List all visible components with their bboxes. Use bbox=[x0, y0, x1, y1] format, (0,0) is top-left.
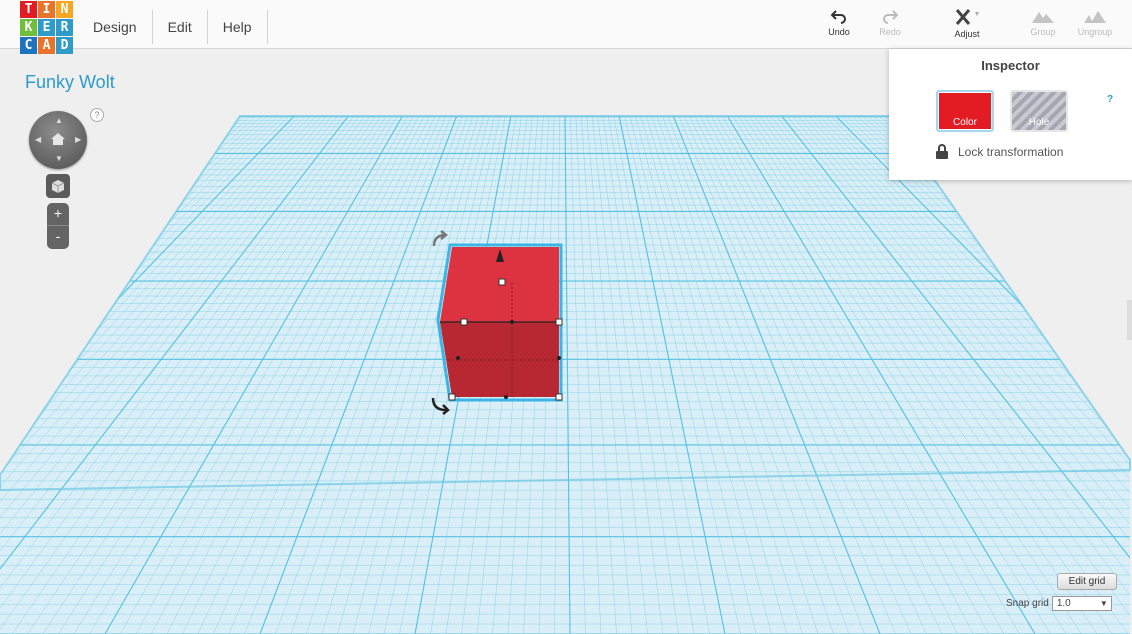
undo-button[interactable]: Undo bbox=[816, 8, 862, 37]
view-cube-button[interactable] bbox=[46, 174, 70, 198]
inspector-title: Inspector bbox=[981, 58, 1040, 73]
redo-button[interactable]: Redo bbox=[867, 8, 913, 37]
redo-label: Redo bbox=[879, 27, 901, 37]
logo-letter: C bbox=[20, 37, 37, 54]
color-swatch-button[interactable]: Color bbox=[936, 90, 994, 132]
ungroup-button[interactable]: Ungroup bbox=[1072, 8, 1118, 37]
ungroup-icon bbox=[1084, 11, 1106, 23]
main-menu: Design Edit Help bbox=[78, 10, 268, 44]
orbit-right-icon[interactable]: ▶ bbox=[75, 136, 81, 144]
menu-help[interactable]: Help bbox=[208, 10, 268, 44]
inspector-panel: Inspector Color Hole ? Lock transformati… bbox=[889, 49, 1132, 180]
corner-handle[interactable] bbox=[555, 318, 563, 326]
menu-design[interactable]: Design bbox=[78, 10, 153, 44]
design-title[interactable]: Funky Wolt bbox=[25, 72, 115, 93]
workplane-grid-fill bbox=[0, 116, 1130, 634]
group-button[interactable]: Group bbox=[1020, 8, 1066, 37]
top-resize-handle[interactable] bbox=[498, 278, 506, 286]
group-icon bbox=[1032, 12, 1054, 23]
chevron-down-icon: ▼ bbox=[1099, 599, 1108, 608]
top-bar: Design Edit Help Undo Redo Adjust Group … bbox=[0, 0, 1132, 49]
snap-grid-select[interactable]: 1.0 ▼ bbox=[1051, 596, 1112, 611]
zoom-control: + - bbox=[47, 203, 69, 249]
hole-swatch-button[interactable]: Hole bbox=[1010, 90, 1068, 132]
corner-handle[interactable] bbox=[555, 393, 563, 401]
orbit-control[interactable]: ▲ ▼ ◀ ▶ bbox=[29, 111, 87, 169]
inspector-help-icon[interactable]: ? bbox=[1107, 94, 1113, 105]
zoom-out-button[interactable]: - bbox=[47, 226, 69, 249]
corner-handle[interactable] bbox=[448, 393, 456, 401]
logo-letter: D bbox=[56, 37, 73, 54]
logo-letter: N bbox=[56, 1, 73, 18]
group-label: Group bbox=[1030, 27, 1056, 37]
orbit-down-icon[interactable]: ▼ bbox=[55, 155, 63, 163]
edge-handle[interactable] bbox=[504, 395, 508, 399]
orbit-left-icon[interactable]: ◀ bbox=[35, 136, 41, 144]
adjust-icon bbox=[955, 9, 979, 25]
edit-grid-button[interactable]: Edit grid bbox=[1057, 573, 1117, 590]
edge-handle[interactable] bbox=[557, 356, 561, 360]
logo-letter: I bbox=[38, 1, 55, 18]
logo-letter: A bbox=[38, 37, 55, 54]
logo-letter: E bbox=[38, 19, 55, 36]
redo-icon bbox=[883, 10, 898, 24]
lock-icon bbox=[936, 144, 948, 159]
edge-handle[interactable] bbox=[456, 356, 460, 360]
tinkercad-logo[interactable]: TIN KER CAD bbox=[20, 1, 74, 55]
side-panel-toggle[interactable] bbox=[1127, 300, 1132, 340]
snap-grid-control: Snap grid 1.0 ▼ bbox=[1006, 596, 1112, 611]
ungroup-label: Ungroup bbox=[1077, 27, 1113, 37]
adjust-label: Adjust bbox=[954, 29, 980, 39]
lock-transformation-label: Lock transformation bbox=[958, 144, 1064, 159]
orbit-up-icon[interactable]: ▲ bbox=[55, 117, 63, 125]
undo-label: Undo bbox=[828, 27, 850, 37]
logo-letter: T bbox=[20, 1, 37, 18]
red-cube-shape[interactable] bbox=[436, 243, 563, 402]
logo-letter: K bbox=[20, 19, 37, 36]
snap-grid-value: 1.0 bbox=[1056, 598, 1071, 609]
lock-transformation-toggle[interactable]: Lock transformation bbox=[936, 144, 1063, 159]
home-icon[interactable] bbox=[50, 132, 66, 146]
edge-handle[interactable] bbox=[510, 320, 514, 324]
nav-help-icon[interactable]: ? bbox=[90, 108, 104, 122]
logo-letter: R bbox=[56, 19, 73, 36]
adjust-button[interactable]: Adjust bbox=[944, 8, 990, 39]
undo-icon bbox=[831, 10, 846, 24]
corner-handle[interactable] bbox=[460, 318, 468, 326]
menu-edit[interactable]: Edit bbox=[153, 10, 208, 44]
cube-view-icon bbox=[51, 180, 65, 193]
snap-grid-label: Snap grid bbox=[1006, 598, 1049, 609]
zoom-in-button[interactable]: + bbox=[47, 203, 69, 226]
